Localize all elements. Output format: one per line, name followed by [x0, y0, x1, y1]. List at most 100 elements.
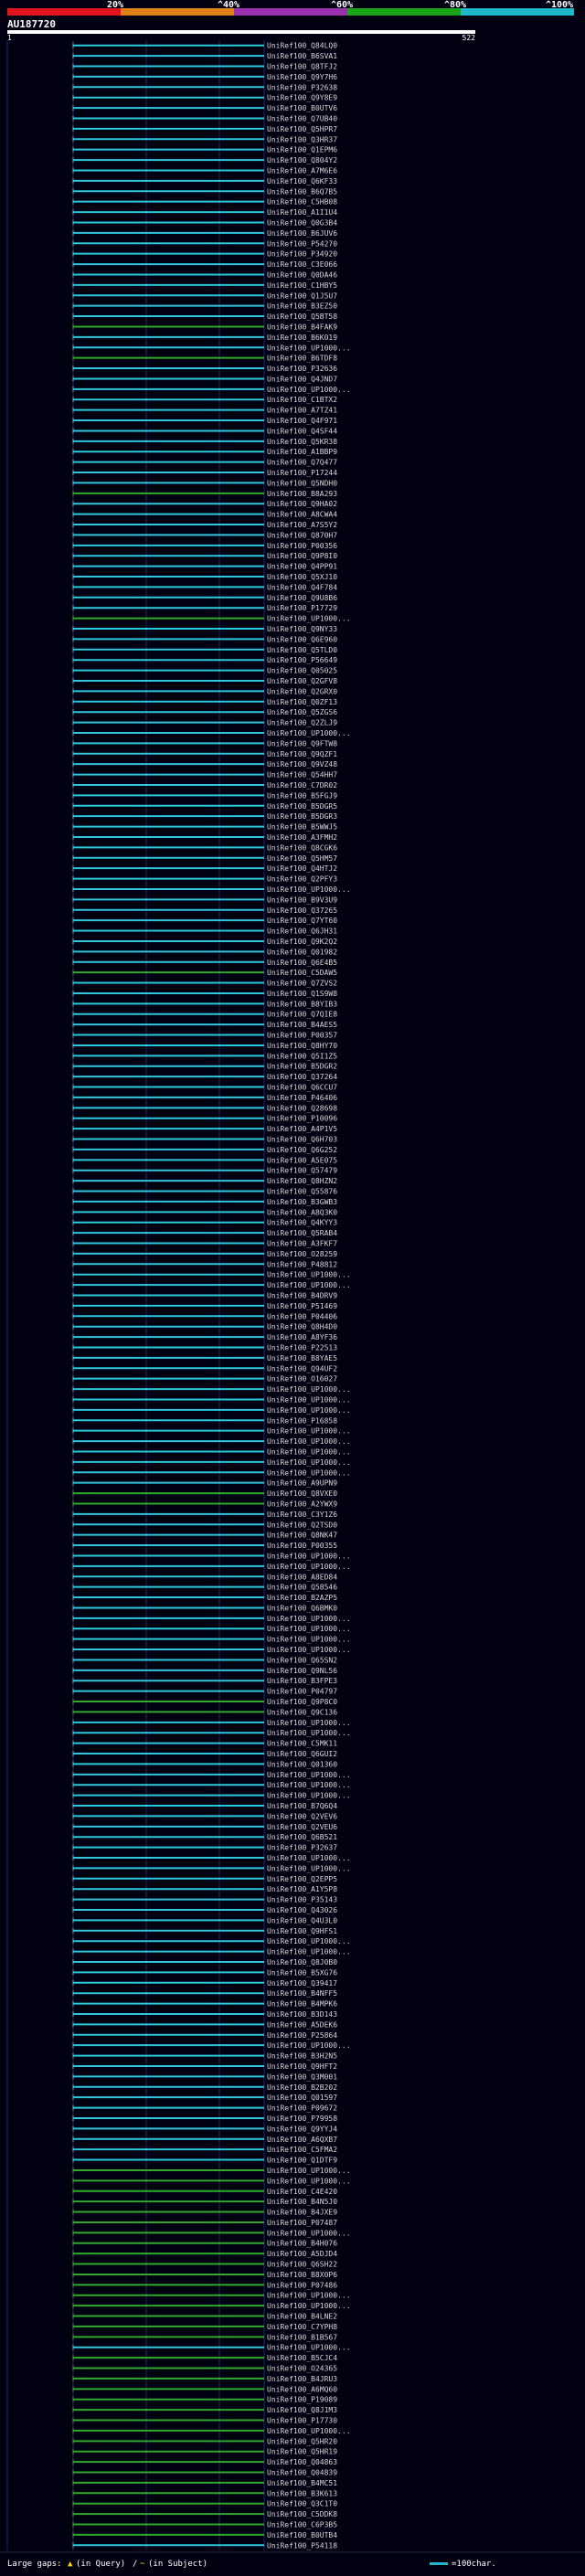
hit-row[interactable]: UniRef100_Q4HTJ2 [72, 864, 337, 873]
hit-row[interactable]: UniRef100_B4MPK6 [72, 2000, 337, 2009]
hit-label[interactable]: UniRef100_Q58546 [267, 1584, 337, 1592]
hit-label[interactable]: UniRef100_UP1000... [267, 1395, 351, 1404]
hit-label[interactable]: UniRef100_P04797 [267, 1688, 337, 1696]
hit-label[interactable]: UniRef100_B4H076 [267, 2240, 337, 2248]
hit-row[interactable]: UniRef100_Q8H4D0 [72, 1323, 337, 1331]
hit-row[interactable]: UniRef100_A6MQ60 [72, 2385, 337, 2393]
hit-label[interactable]: UniRef100_UP1000... [267, 1781, 351, 1789]
hit-row[interactable]: UniRef100_A4P1V5 [72, 1125, 337, 1133]
hit-row[interactable]: UniRef100_UP1000... [72, 2041, 351, 2050]
hit-row[interactable]: UniRef100_Q37264 [72, 1073, 337, 1081]
hit-label[interactable]: UniRef100_UP1000... [267, 1427, 351, 1436]
hit-row[interactable]: UniRef100_B4AES5 [72, 1021, 337, 1029]
hit-label[interactable]: UniRef100_A5DEK6 [267, 2020, 337, 2029]
hit-label[interactable]: UniRef100_Q6H703 [267, 1136, 337, 1144]
hit-row[interactable]: UniRef100_B5FGJ9 [72, 791, 337, 800]
hit-label[interactable]: UniRef100_UP1000... [267, 1792, 351, 1800]
hit-row[interactable]: UniRef100_Q6B521 [72, 1833, 337, 1841]
hit-row[interactable]: UniRef100_UP1000... [72, 1427, 351, 1436]
hit-row[interactable]: UniRef100_B4FAK9 [72, 323, 337, 331]
hit-label[interactable]: UniRef100_B4DRV9 [267, 1292, 337, 1300]
hit-label[interactable]: UniRef100_P32636 [267, 365, 337, 373]
hit-label[interactable]: UniRef100_B3K613 [267, 2489, 337, 2497]
hit-label[interactable]: UniRef100_P51469 [267, 1302, 337, 1310]
hit-row[interactable]: UniRef100_C5FMA2 [72, 2146, 337, 2154]
hit-row[interactable]: UniRef100_UP1000... [72, 1385, 351, 1394]
hit-row[interactable]: UniRef100_P17244 [72, 469, 337, 477]
hit-label[interactable]: UniRef100_B4N5J0 [267, 2198, 337, 2206]
hit-row[interactable]: UniRef100_B4H076 [72, 2240, 337, 2248]
hit-row[interactable]: UniRef100_Q9VZ48 [72, 760, 337, 769]
hit-row[interactable]: UniRef100_UP1000... [72, 1447, 351, 1456]
hit-row[interactable]: UniRef100_P48812 [72, 1260, 337, 1268]
hit-row[interactable]: UniRef100_P19089 [72, 2396, 337, 2404]
hit-row[interactable]: UniRef100_UP1000... [72, 386, 351, 394]
hit-label[interactable]: UniRef100_B8X0P6 [267, 2271, 337, 2279]
hit-label[interactable]: UniRef100_UP1000... [267, 1771, 351, 1779]
hit-row[interactable]: UniRef100_Q1S9W8 [72, 990, 337, 998]
hit-row[interactable]: UniRef100_Q6BMK0 [72, 1604, 337, 1612]
hit-label[interactable]: UniRef100_Q7YT60 [267, 917, 337, 925]
hit-row[interactable]: UniRef100_B3FPE3 [72, 1677, 337, 1685]
hit-row[interactable]: UniRef100_Q9Y7H6 [72, 73, 337, 81]
hit-label[interactable]: UniRef100_Q55876 [267, 1188, 337, 1196]
hit-label[interactable]: UniRef100_B0UTB4 [267, 2531, 337, 2539]
hit-label[interactable]: UniRef100_UP1000... [267, 1281, 351, 1289]
hit-row[interactable]: UniRef100_Q6G252 [72, 1146, 337, 1154]
hit-row[interactable]: UniRef100_A3FMH2 [72, 833, 337, 842]
hit-row[interactable]: UniRef100_O16027 [72, 1375, 337, 1383]
hit-row[interactable]: UniRef100_P32636 [72, 365, 337, 373]
hit-label[interactable]: UniRef100_A4P1V5 [267, 1125, 337, 1133]
hit-row[interactable]: UniRef100_Q5BT58 [72, 313, 337, 321]
hit-row[interactable]: UniRef100_Q9HFS1 [72, 1927, 337, 1935]
hit-row[interactable]: UniRef100_Q7Q477 [72, 459, 337, 467]
hit-label[interactable]: UniRef100_Q2GFV8 [267, 677, 337, 685]
hit-row[interactable]: UniRef100_Q6CCU7 [72, 1084, 337, 1092]
hit-label[interactable]: UniRef100_B4JXE9 [267, 2209, 337, 2217]
hit-row[interactable]: UniRef100_Q2VEV6 [72, 1812, 337, 1820]
hit-row[interactable]: UniRef100_Q4SF44 [72, 427, 337, 435]
hit-row[interactable]: UniRef100_Q3HR37 [72, 135, 337, 143]
hit-row[interactable]: UniRef100_Q8HY70 [72, 1042, 337, 1050]
hit-label[interactable]: UniRef100_Q8J0B0 [267, 1958, 337, 1966]
hit-label[interactable]: UniRef100_B3H2N5 [267, 2052, 337, 2061]
hit-row[interactable]: UniRef100_A8YF36 [72, 1333, 337, 1341]
hit-row[interactable]: UniRef100_Q9Y8E9 [72, 94, 337, 102]
hit-label[interactable]: UniRef100_Q8NK47 [267, 1532, 337, 1540]
hit-label[interactable]: UniRef100_Q9Y8E9 [267, 94, 337, 102]
hit-row[interactable]: UniRef100_Q5KR38 [72, 438, 337, 446]
hit-row[interactable]: UniRef100_B6TDF8 [72, 355, 337, 363]
hit-label[interactable]: UniRef100_Q9U8B6 [267, 594, 337, 602]
hit-label[interactable]: UniRef100_B2AZP5 [267, 1594, 337, 1602]
hit-label[interactable]: UniRef100_Q65SN2 [267, 1656, 337, 1664]
hit-label[interactable]: UniRef100_UP1000... [267, 2344, 351, 2352]
hit-row[interactable]: UniRef100_Q2GFV8 [72, 677, 337, 685]
hit-label[interactable]: UniRef100_Q84LQ0 [267, 42, 337, 50]
hit-label[interactable]: UniRef100_O16027 [267, 1375, 337, 1383]
hit-row[interactable]: UniRef100_A9UPN9 [72, 1479, 337, 1488]
hit-label[interactable]: UniRef100_P34920 [267, 250, 337, 259]
hit-row[interactable]: UniRef100_UP1000... [72, 1281, 351, 1289]
hit-label[interactable]: UniRef100_UP1000... [267, 1552, 351, 1560]
hit-label[interactable]: UniRef100_UP1000... [267, 2041, 351, 2050]
hit-label[interactable]: UniRef100_C5DAW5 [267, 969, 337, 977]
hit-label[interactable]: UniRef100_Q37265 [267, 906, 337, 915]
hit-label[interactable]: UniRef100_B6JUV6 [267, 229, 337, 238]
hit-label[interactable]: UniRef100_Q5XJ10 [267, 573, 337, 581]
hit-label[interactable]: UniRef100_B3GWB3 [267, 1198, 337, 1206]
hit-label[interactable]: UniRef100_B6Q7B5 [267, 187, 337, 196]
hit-row[interactable]: UniRef100_Q8VXE0 [72, 1489, 337, 1498]
hit-label[interactable]: UniRef100_Q2ZLJ9 [267, 719, 337, 727]
hit-label[interactable]: UniRef100_Q1J5U7 [267, 292, 337, 300]
hit-row[interactable]: UniRef100_B6SVA1 [72, 52, 337, 60]
hit-row[interactable]: UniRef100_B8YIB3 [72, 1000, 337, 1008]
hit-row[interactable]: UniRef100_B8A293 [72, 490, 337, 498]
hit-label[interactable]: UniRef100_Q4F784 [267, 583, 337, 591]
hit-label[interactable]: UniRef100_P07487 [267, 2219, 337, 2227]
hit-label[interactable]: UniRef100_UP1000... [267, 615, 351, 623]
hit-label[interactable]: UniRef100_UP1000... [267, 1948, 351, 1956]
hit-label[interactable]: UniRef100_UP1000... [267, 2302, 351, 2310]
hit-label[interactable]: UniRef100_B9V3U9 [267, 896, 337, 904]
hit-label[interactable]: UniRef100_A5E075 [267, 1156, 337, 1164]
hit-row[interactable]: UniRef100_C5HB08 [72, 198, 337, 207]
